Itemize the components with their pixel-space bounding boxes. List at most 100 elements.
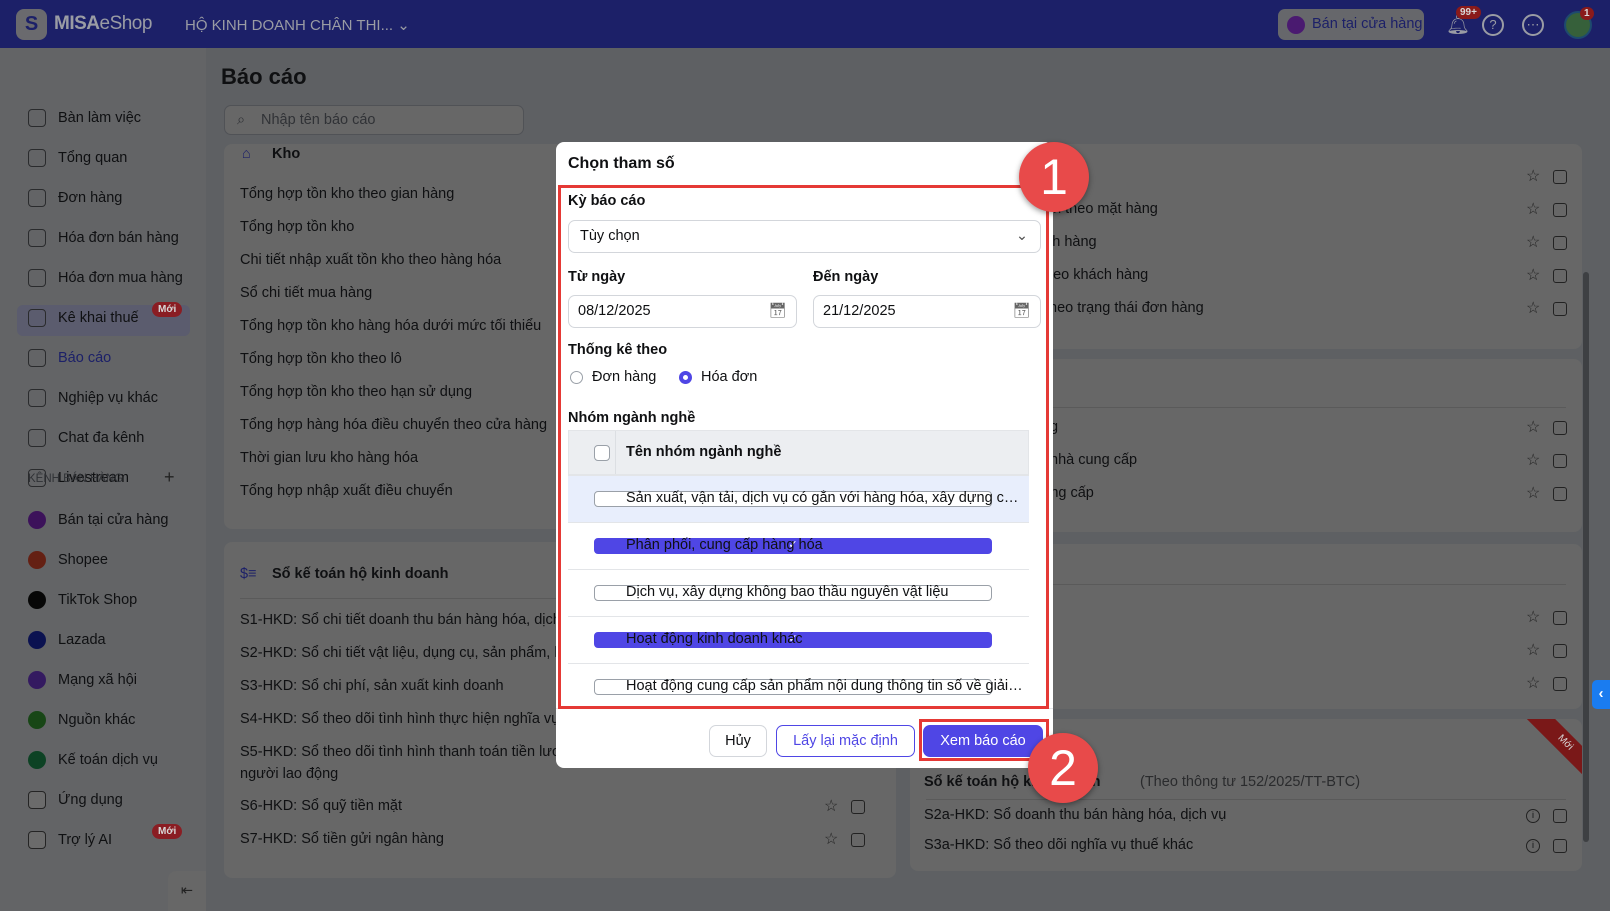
preview-icon[interactable] xyxy=(1553,454,1567,468)
preview-icon[interactable] xyxy=(1553,203,1567,217)
report-link[interactable]: Tổng hợp tồn kho hàng hóa dưới mức tối t… xyxy=(240,318,541,334)
sidebar-channel-item[interactable]: Lazada xyxy=(28,630,106,650)
preview-icon[interactable] xyxy=(1553,302,1567,316)
reset-default-button[interactable]: Lấy lại mặc định xyxy=(776,725,915,757)
preview-icon[interactable] xyxy=(851,833,865,847)
dialog-title: Chọn tham số xyxy=(568,155,675,172)
sidebar-channel-item[interactable]: Trợ lý AI xyxy=(28,830,112,850)
report-link[interactable]: heo khách hàng xyxy=(1045,267,1148,283)
sidebar-item[interactable]: Bàn làm việc xyxy=(28,108,141,128)
report-link[interactable]: S1-HKD: Sổ chi tiết doanh thu bán hàng h… xyxy=(240,612,580,628)
report-link[interactable]: S3-HKD: Sổ chi phí, sản xuất kinh doanh xyxy=(240,678,504,694)
preview-icon[interactable] xyxy=(1553,170,1567,184)
sidebar-item[interactable]: Chat đa kênh xyxy=(28,428,144,448)
sidebar-channel-item[interactable]: TikTok Shop xyxy=(28,590,137,610)
star-icon[interactable]: ☆ xyxy=(824,829,838,849)
report-link[interactable]: Sổ chi tiết mua hàng xyxy=(240,285,372,301)
sidebar-item[interactable]: Hóa đơn mua hàng xyxy=(28,268,183,288)
industry-row[interactable]: ✓ Hoạt động kinh doanh khác xyxy=(568,616,1029,663)
more-icon[interactable]: ⋯ xyxy=(1522,14,1544,36)
preview-icon[interactable] xyxy=(1553,269,1567,283)
star-icon[interactable]: ☆ xyxy=(1526,673,1540,693)
star-icon[interactable]: ☆ xyxy=(1526,298,1540,318)
report-link[interactable]: theo trạng thái đơn hàng xyxy=(1045,300,1204,316)
sidebar-item[interactable]: Hóa đơn bán hàng xyxy=(28,228,179,248)
cancel-button[interactable]: Hủy xyxy=(709,725,767,757)
report-link[interactable]: ạn theo mặt hàng xyxy=(1045,201,1158,217)
star-icon[interactable]: ☆ xyxy=(1526,640,1540,660)
calendar-icon[interactable]: 📅︎ xyxy=(769,296,787,327)
page-scrollbar[interactable] xyxy=(1583,272,1589,842)
star-icon[interactable]: ☆ xyxy=(824,796,838,816)
radio-invoice[interactable]: Hóa đơn xyxy=(679,369,757,385)
preview-icon[interactable] xyxy=(1553,611,1567,625)
sidebar-channel-item[interactable]: Kế toán dịch vụ xyxy=(28,750,158,770)
from-date-input[interactable]: 08/12/2025 📅︎ xyxy=(568,295,797,328)
star-icon[interactable]: ☆ xyxy=(1526,166,1540,186)
report-link[interactable]: S6-HKD: Sổ quỹ tiền mặt xyxy=(240,798,402,814)
sidebar-item[interactable]: Báo cáo xyxy=(28,348,111,368)
star-icon[interactable]: ☆ xyxy=(1526,199,1540,219)
shop-selector[interactable]: HỘ KINH DOANH CHÂN THI... ⌄ xyxy=(185,16,410,34)
expand-panel-icon[interactable]: ‹ xyxy=(1592,680,1610,709)
star-icon[interactable]: ☆ xyxy=(1526,232,1540,252)
sidebar-channel-item[interactable]: Nguồn khác xyxy=(28,710,135,730)
preview-icon[interactable] xyxy=(851,800,865,814)
report-link[interactable]: Chi tiết nhập xuất tồn kho theo hàng hóa xyxy=(240,252,501,268)
info-icon[interactable]: i xyxy=(1526,839,1540,853)
help-icon[interactable]: ? xyxy=(1482,14,1504,36)
report-link[interactable]: Tổng hợp tồn kho theo hạn sử dụng xyxy=(240,384,472,400)
report-link[interactable]: S7-HKD: Sổ tiền gửi ngân hàng xyxy=(240,831,444,847)
card-title: Sổ kế toán hộ kinh doanh xyxy=(272,566,449,582)
to-date-input[interactable]: 21/12/2025 📅︎ xyxy=(813,295,1041,328)
info-icon[interactable]: i xyxy=(1526,809,1540,823)
report-link[interactable]: Tổng hợp tồn kho theo lô xyxy=(240,351,402,367)
collapse-sidebar-icon[interactable]: ⇤ xyxy=(168,871,206,911)
report-search-input[interactable]: ⌕ Nhập tên báo cáo xyxy=(224,105,524,135)
industry-row[interactable]: Dịch vụ, xây dựng không bao thầu nguyên … xyxy=(568,569,1029,616)
industry-row[interactable]: ✓ Phân phối, cung cấp hàng hóa xyxy=(568,522,1029,569)
add-channel-icon[interactable]: + xyxy=(164,467,175,488)
star-icon[interactable]: ☆ xyxy=(1526,265,1540,285)
star-icon[interactable]: ☆ xyxy=(1526,607,1540,627)
select-all-checkbox[interactable] xyxy=(594,445,610,461)
view-report-button[interactable]: Xem báo cáo xyxy=(923,725,1043,757)
star-icon[interactable]: ☆ xyxy=(1526,450,1540,470)
to-date-value: 21/12/2025 xyxy=(823,303,896,319)
report-link[interactable]: Tổng hợp nhập xuất điều chuyển xyxy=(240,483,453,499)
report-link[interactable]: Tổng hợp tồn kho theo gian hàng xyxy=(240,186,454,202)
misa-logo-icon[interactable]: S xyxy=(16,9,47,40)
preview-icon[interactable] xyxy=(1553,839,1567,853)
report-link[interactable]: người lao động xyxy=(240,766,338,782)
preview-icon[interactable] xyxy=(1553,487,1567,501)
new-badge: Mới xyxy=(152,302,183,317)
radio-order[interactable]: Đơn hàng xyxy=(570,369,656,385)
sidebar-channel-item[interactable]: Bán tại cửa hàng xyxy=(28,510,168,530)
star-icon[interactable]: ☆ xyxy=(1526,483,1540,503)
sidebar-item[interactable]: Nghiệp vụ khác xyxy=(28,388,158,408)
industry-row[interactable]: Sản xuất, vận tải, dịch vụ có gắn với hà… xyxy=(568,475,1029,522)
report-link[interactable]: S2a-HKD: Sổ doanh thu bán hàng hóa, dịch… xyxy=(924,807,1226,823)
sell-in-store-button[interactable]: Bán tại cửa hàng xyxy=(1278,9,1424,40)
star-icon[interactable]: ☆ xyxy=(1526,417,1540,437)
sidebar-item[interactable]: Đơn hàng xyxy=(28,188,122,208)
report-link[interactable]: nhà cung cấp xyxy=(1050,452,1137,468)
period-select[interactable]: Tùy chọn ⌄ xyxy=(568,220,1041,253)
preview-icon[interactable] xyxy=(1553,236,1567,250)
preview-icon[interactable] xyxy=(1553,644,1567,658)
sidebar-channel-item[interactable]: Mạng xã hội xyxy=(28,670,137,690)
preview-icon[interactable] xyxy=(1553,677,1567,691)
report-link[interactable]: Tổng hợp tồn kho xyxy=(240,219,354,235)
calendar-icon[interactable]: 📅︎ xyxy=(1013,296,1031,327)
preview-icon[interactable] xyxy=(1553,809,1567,823)
sidebar-item[interactable]: Tổng quan xyxy=(28,148,127,168)
preview-icon[interactable] xyxy=(1553,421,1567,435)
top-header: S MISAeShop HỘ KINH DOANH CHÂN THI... ⌄ … xyxy=(0,0,1610,48)
report-link[interactable]: Thời gian lưu kho hàng hóa xyxy=(240,450,418,466)
sidebar-item[interactable]: Kê khai thuế xyxy=(28,308,139,328)
report-link[interactable]: S3a-HKD: Sổ theo dõi nghĩa vụ thuế khác xyxy=(924,837,1193,853)
report-link[interactable]: Tổng hợp hàng hóa điều chuyển theo cửa h… xyxy=(240,417,547,433)
sidebar-channel-item[interactable]: Shopee xyxy=(28,550,108,570)
industry-row[interactable]: Hoạt động cung cấp sản phẩm nội dung thô… xyxy=(568,663,1029,710)
sidebar-channel-item[interactable]: Ứng dụng xyxy=(28,790,123,810)
